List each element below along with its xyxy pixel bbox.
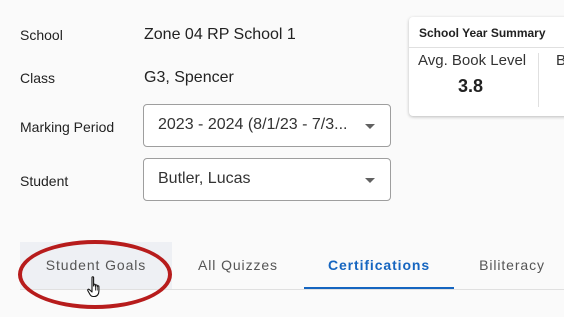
school-year-summary-card: School Year Summary Avg. Book Level 3.8 … [409,17,564,116]
summary-divider [409,47,564,48]
tab-certifications[interactable]: Certifications [304,242,454,289]
student-select[interactable]: Butler, Lucas [143,158,391,201]
hand-pointer-icon [87,276,100,298]
marking-period-select[interactable]: 2023 - 2024 (8/1/23 - 7/3... [143,104,391,147]
school-value: Zone 04 RP School 1 [144,26,296,43]
class-label: Class [20,70,56,86]
summary-title: School Year Summary [419,26,546,40]
student-label: Student [20,173,69,189]
active-tab-indicator [304,287,454,289]
avg-book-level-value: 3.8 [458,76,484,96]
marking-period-value: 2023 - 2024 (8/1/23 - 7/3... [158,116,348,133]
second-metric-label: B [556,52,564,69]
caret-down-icon [365,124,375,129]
metric-divider [538,53,539,107]
class-value: G3, Spencer [144,69,234,86]
marking-period-label: Marking Period [20,119,115,135]
avg-book-level-label: Avg. Book Level [418,52,527,69]
tab-all-quizzes[interactable]: All Quizzes [178,242,298,289]
tab-biliteracy[interactable]: Biliteracy [460,242,564,289]
school-label: School [20,27,63,43]
student-value: Butler, Lucas [158,170,251,187]
caret-down-icon [365,178,375,183]
